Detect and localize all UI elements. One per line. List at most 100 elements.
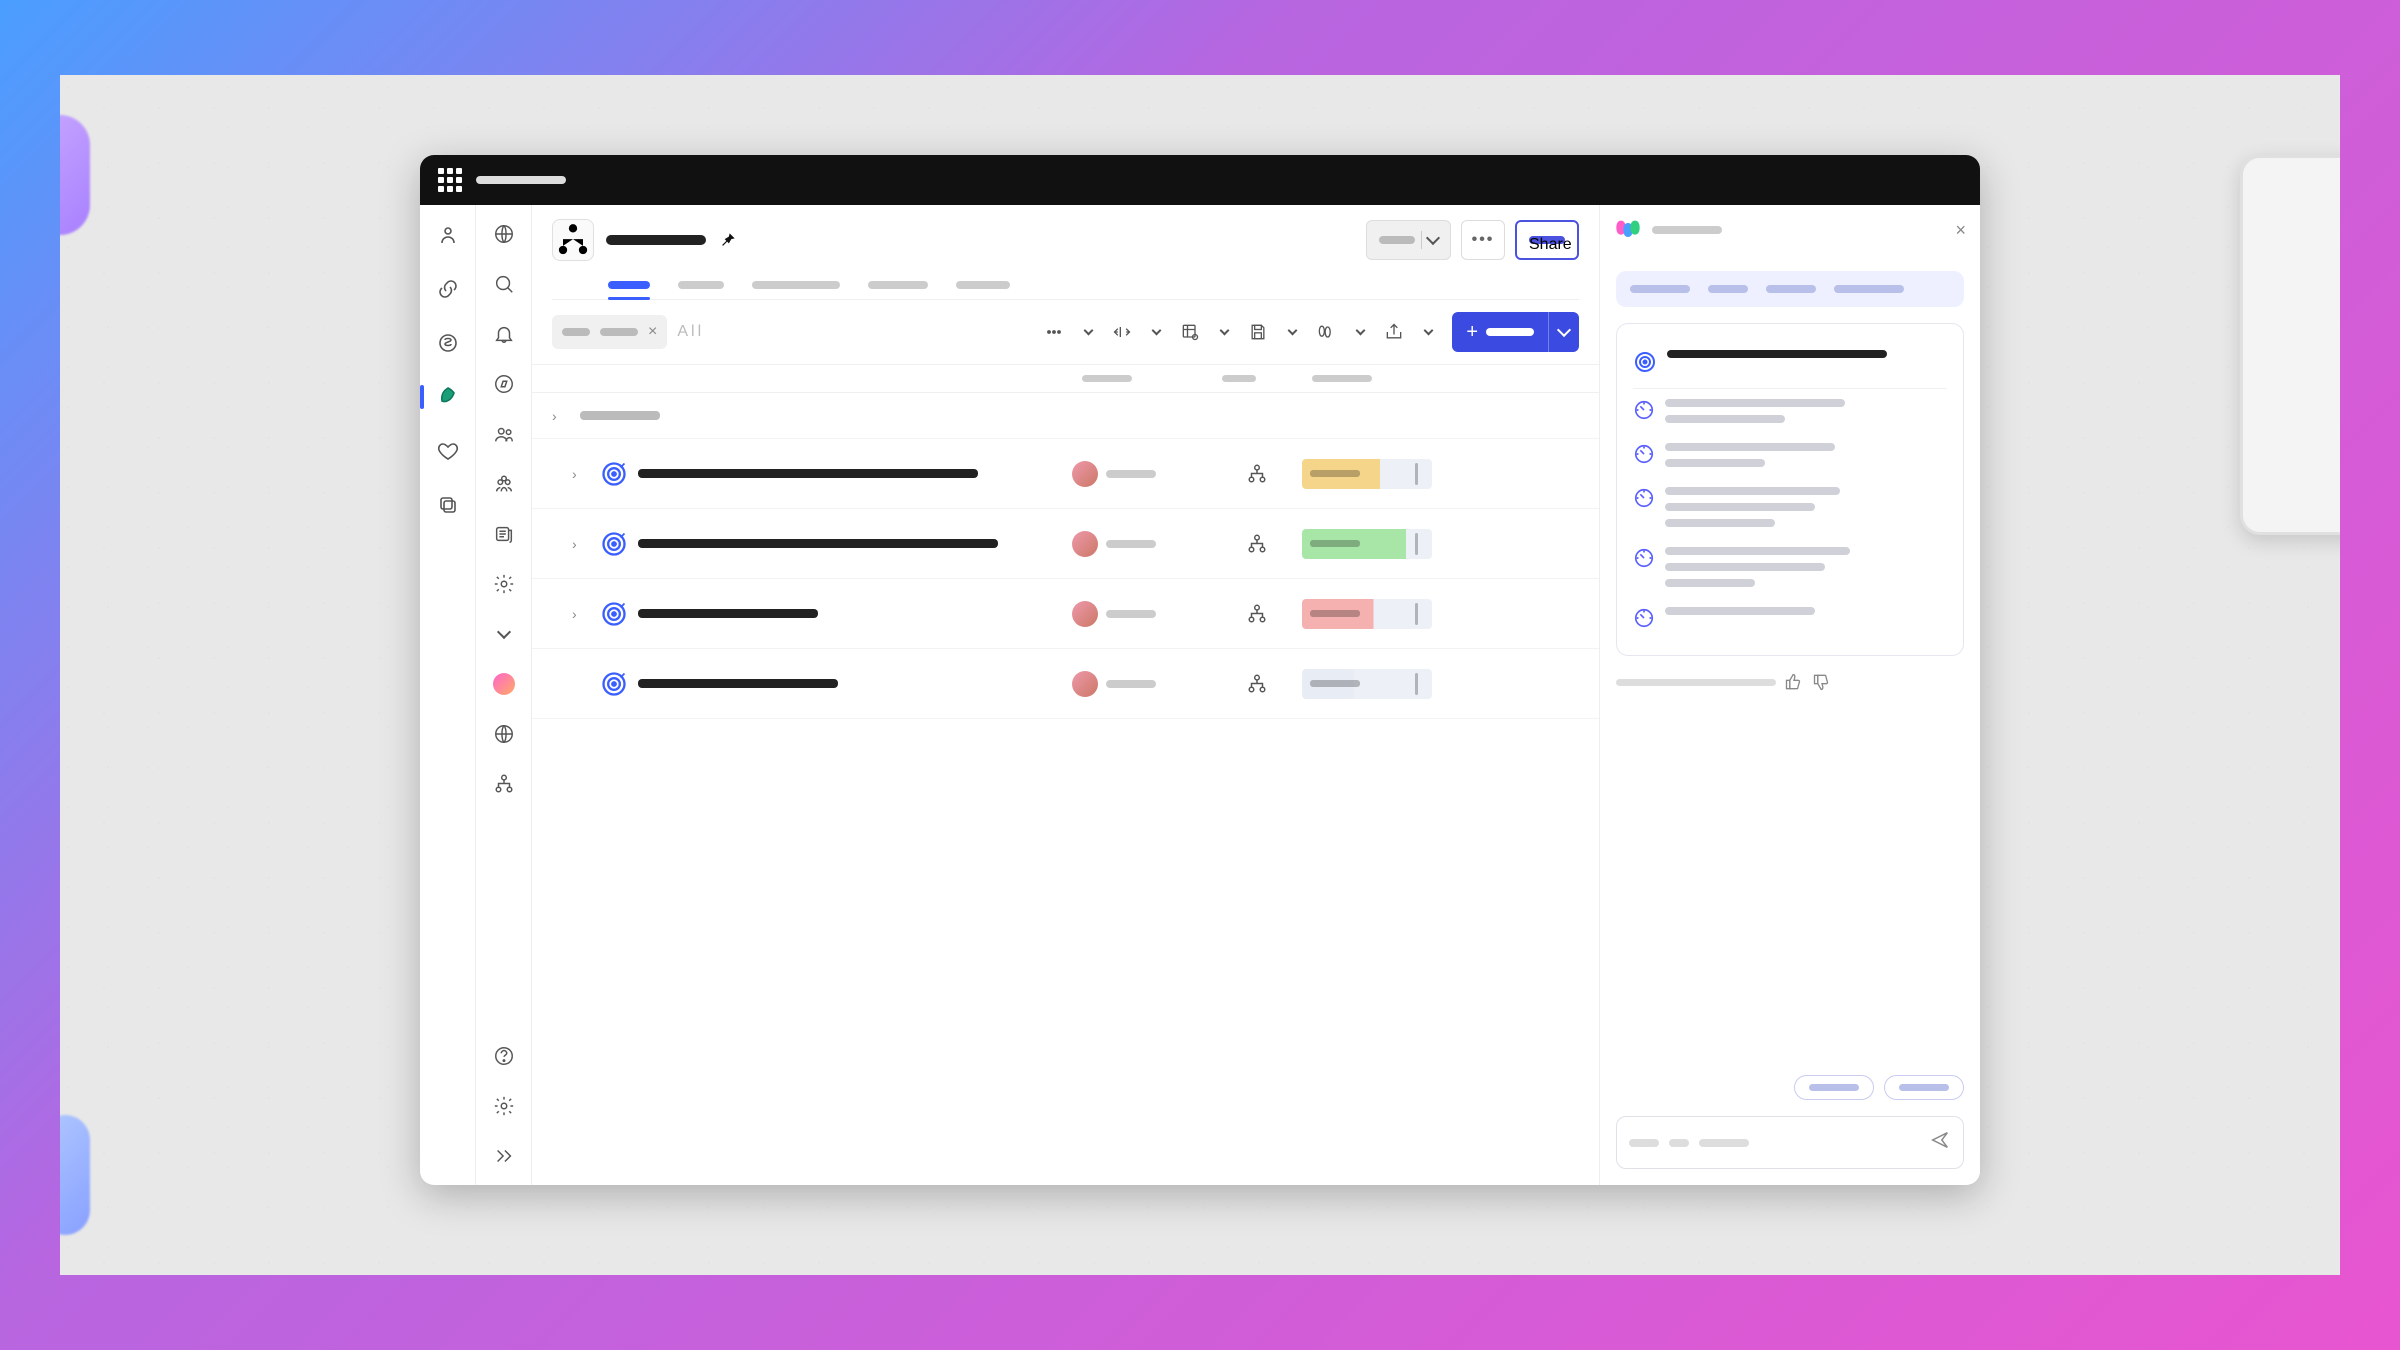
tab-explorer[interactable]	[868, 271, 928, 299]
chat-input[interactable]	[1616, 1116, 1964, 1169]
chevron-right-icon[interactable]: ›	[552, 408, 570, 424]
hierarchy-icon[interactable]	[487, 767, 521, 801]
close-icon[interactable]: ×	[1955, 220, 1966, 241]
expand-horizontal-icon[interactable]	[1108, 318, 1136, 346]
row-title	[638, 539, 998, 548]
owner-name	[1106, 680, 1156, 688]
more-button[interactable]: •••	[1461, 220, 1505, 260]
team-cell[interactable]	[1212, 533, 1302, 555]
chevron-right-icon[interactable]: ›	[572, 536, 590, 552]
copilot-response-card	[1616, 323, 1964, 656]
globe-icon[interactable]	[487, 717, 521, 751]
add-dropdown[interactable]	[1548, 312, 1579, 352]
copilot-item[interactable]	[1633, 597, 1947, 639]
chevron-down-icon[interactable]	[487, 617, 521, 651]
bell-icon[interactable]	[487, 317, 521, 351]
gear-icon[interactable]	[487, 567, 521, 601]
view-dropdown[interactable]: View	[1366, 220, 1451, 260]
chevron-right-icon[interactable]: ›	[572, 466, 590, 482]
clear-filter-icon[interactable]: ×	[648, 323, 657, 341]
owner-avatar[interactable]	[1072, 671, 1098, 697]
col-owner	[1082, 375, 1132, 382]
thumbs-up-icon[interactable]	[1784, 672, 1804, 692]
copilot-icon[interactable]	[1312, 318, 1340, 346]
goal-icon	[600, 600, 628, 628]
status-bar[interactable]	[1302, 669, 1432, 699]
suggestion-chips	[1616, 1075, 1964, 1100]
tab-okrs[interactable]	[608, 271, 650, 299]
hierarchy-button[interactable]	[552, 219, 594, 261]
tab-dashboards[interactable]	[752, 271, 840, 299]
copilot-title: Copilot	[1652, 226, 1722, 234]
avatar[interactable]	[487, 667, 521, 701]
suggestion-chip[interactable]	[1794, 1075, 1874, 1100]
brain-icon[interactable]	[430, 325, 466, 361]
team-cell[interactable]	[1212, 463, 1302, 485]
link-icon[interactable]	[430, 271, 466, 307]
gear-icon[interactable]	[487, 1089, 521, 1123]
team-cell[interactable]	[1212, 673, 1302, 695]
prompt-suggestions[interactable]	[1616, 271, 1964, 307]
chevron-down-icon[interactable]	[1074, 318, 1102, 346]
table-settings-icon[interactable]	[1176, 318, 1204, 346]
pin-icon[interactable]	[718, 230, 738, 250]
filter-chip[interactable]: Time period ×	[552, 315, 667, 349]
team-cell[interactable]	[1212, 603, 1302, 625]
expand-icon[interactable]	[487, 1139, 521, 1173]
okr-row[interactable]: ›	[532, 509, 1599, 579]
row-title	[638, 609, 818, 618]
status-bar[interactable]	[1302, 599, 1432, 629]
copilot-item[interactable]	[1633, 433, 1947, 477]
okr-row[interactable]	[532, 649, 1599, 719]
team-icon[interactable]	[487, 467, 521, 501]
help-icon[interactable]	[487, 1039, 521, 1073]
send-icon[interactable]	[1929, 1129, 1951, 1156]
save-icon[interactable]	[1244, 318, 1272, 346]
goal-icon	[600, 530, 628, 558]
add-button[interactable]: + Add	[1452, 312, 1579, 352]
plus-icon: +	[1466, 321, 1478, 344]
chevron-down-icon[interactable]	[1278, 318, 1306, 346]
tab-projects[interactable]	[678, 271, 724, 299]
okr-row[interactable]: ›	[532, 579, 1599, 649]
copy-icon[interactable]	[430, 487, 466, 523]
row-title	[638, 679, 838, 688]
chevron-down-icon[interactable]	[1142, 318, 1170, 346]
thumbs-down-icon[interactable]	[1812, 672, 1832, 692]
leaf-icon[interactable]	[430, 379, 466, 415]
suggestion-chip[interactable]	[1884, 1075, 1964, 1100]
owner-avatar[interactable]	[1072, 531, 1098, 557]
status-bar[interactable]	[1302, 529, 1432, 559]
search-icon[interactable]	[487, 267, 521, 301]
gauge-icon	[1633, 399, 1655, 421]
chevron-right-icon[interactable]: ›	[572, 606, 590, 622]
copilot-item[interactable]	[1633, 537, 1947, 597]
chevron-down-icon[interactable]	[1210, 318, 1238, 346]
compass-icon[interactable]	[487, 367, 521, 401]
copilot-item[interactable]	[1633, 477, 1947, 537]
owner-name	[1106, 540, 1156, 548]
owner-avatar[interactable]	[1072, 601, 1098, 627]
heart-icon[interactable]	[430, 433, 466, 469]
tab-activity[interactable]	[956, 271, 1010, 299]
chevron-down-icon[interactable]	[1414, 318, 1442, 346]
decor-shape	[60, 115, 90, 235]
goal-icon	[600, 460, 628, 488]
globe-icon[interactable]	[487, 217, 521, 251]
decor-device	[2240, 155, 2340, 535]
col-team	[1222, 375, 1256, 382]
parent-row[interactable]: › Company objectives	[532, 393, 1599, 439]
chevron-down-icon[interactable]	[1346, 318, 1374, 346]
status-bar[interactable]	[1302, 459, 1432, 489]
app-launcher-icon[interactable]	[438, 168, 462, 192]
share-button[interactable]: Share	[1515, 220, 1579, 260]
okr-row[interactable]: ›	[532, 439, 1599, 509]
community-icon[interactable]	[430, 217, 466, 253]
more-icon[interactable]	[1040, 318, 1068, 346]
gauge-icon	[1633, 443, 1655, 465]
people-icon[interactable]	[487, 417, 521, 451]
owner-avatar[interactable]	[1072, 461, 1098, 487]
news-icon[interactable]	[487, 517, 521, 551]
copilot-item[interactable]	[1633, 389, 1947, 433]
share-icon[interactable]	[1380, 318, 1408, 346]
